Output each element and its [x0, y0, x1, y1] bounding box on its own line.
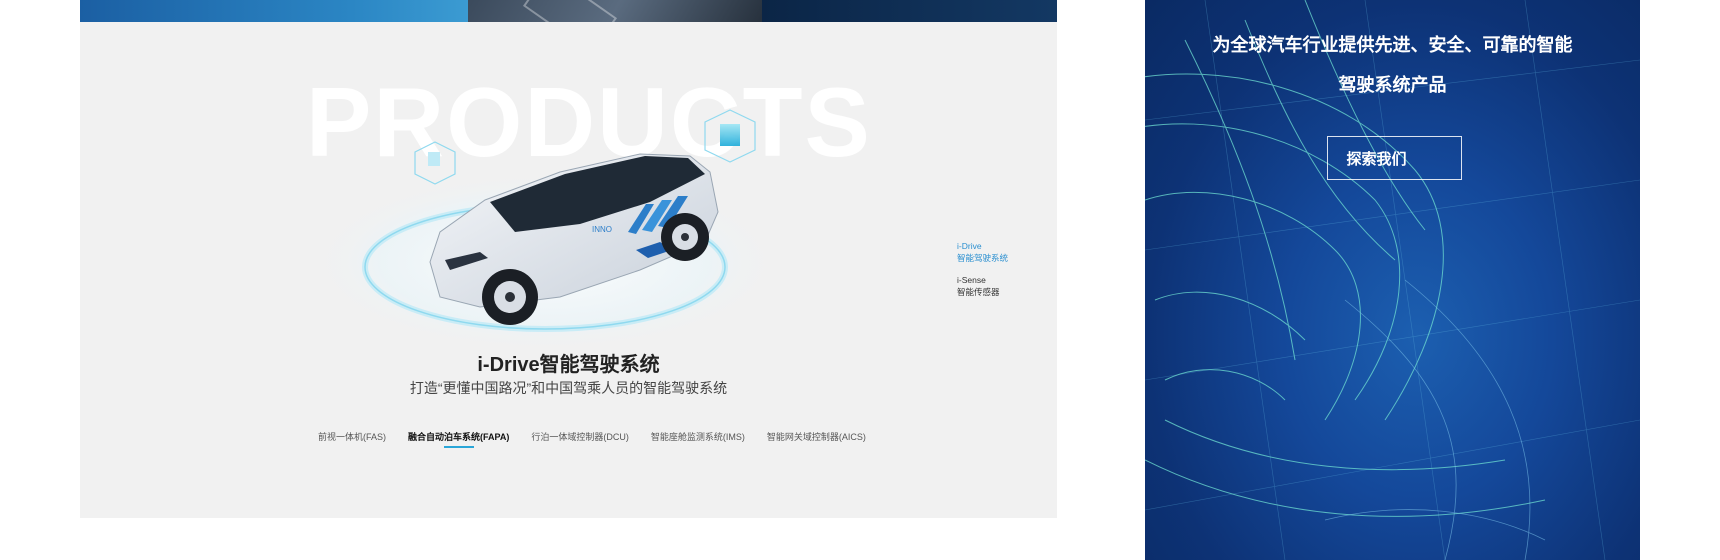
- tab-fas[interactable]: 前视一体机(FAS): [318, 430, 386, 443]
- strip-image-gray: [468, 0, 762, 22]
- side-nav-item-name: i-Sense: [957, 275, 986, 285]
- tab-dcu[interactable]: 行泊一体域控制器(DCU): [531, 430, 629, 443]
- tab-ims[interactable]: 智能座舱监测系统(IMS): [651, 430, 745, 443]
- side-nav-item-desc: 智能驾驶系统: [957, 253, 1009, 263]
- tab-aics[interactable]: 智能网关域控制器(AICS): [767, 430, 866, 443]
- side-nav-item-idrive[interactable]: i-Drive 智能驾驶系统: [957, 240, 1047, 264]
- side-nav: i-Drive 智能驾驶系统 i-Sense 智能传感器: [957, 240, 1047, 308]
- product-subtitle: 打造“更懂中国路况”和中国驾乘人员的智能驾驶系统: [409, 380, 728, 396]
- hero-headline-line2: 驾驶系统产品: [1338, 75, 1447, 95]
- hero-headline-line1: 为全球汽车行业提供先进、安全、可靠的智能: [1212, 35, 1573, 55]
- side-nav-item-desc: 智能传感器: [957, 287, 1000, 297]
- tab-fapa[interactable]: 融合自动泊车系统(FAPA): [408, 430, 509, 448]
- product-tabs: 前视一体机(FAS) 融合自动泊车系统(FAPA) 行泊一体域控制器(DCU) …: [318, 430, 866, 448]
- hero-section: 为全球汽车行业提供先进、安全、可靠的智能 驾驶系统产品 探索我们: [1145, 0, 1640, 560]
- side-nav-item-name: i-Drive: [957, 241, 982, 251]
- strip-image-navy: [762, 0, 1057, 22]
- products-section: PRODUCTS INNO i-Drive 智能驾驶系统 i-Sense 智能传…: [80, 22, 1057, 518]
- product-title: i-Drive智能驾驶系统: [477, 354, 660, 376]
- car-illustration: INNO: [310, 109, 780, 352]
- explore-button[interactable]: 探索我们: [1327, 136, 1462, 180]
- side-nav-item-isense[interactable]: i-Sense 智能传感器: [957, 274, 1047, 298]
- top-image-strip: [80, 0, 1057, 22]
- car-branding: INNO: [592, 225, 612, 234]
- strip-image-blue: [80, 0, 468, 22]
